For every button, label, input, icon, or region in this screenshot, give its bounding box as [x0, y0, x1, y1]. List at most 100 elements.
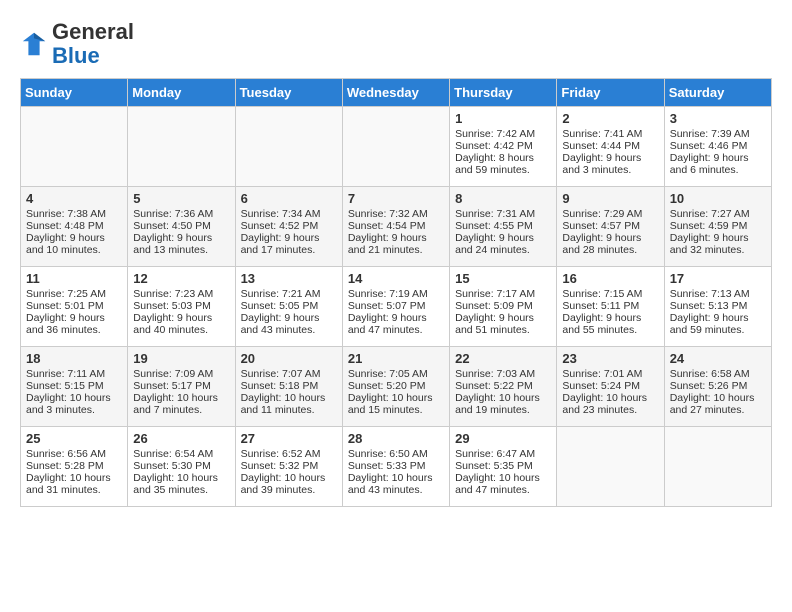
day-info: Sunset: 4:50 PM — [133, 220, 229, 232]
day-info: Sunset: 5:35 PM — [455, 460, 551, 472]
day-info: Daylight: 9 hours and 17 minutes. — [241, 232, 337, 256]
calendar-cell: 8Sunrise: 7:31 AMSunset: 4:55 PMDaylight… — [450, 187, 557, 267]
day-info: Sunrise: 7:07 AM — [241, 368, 337, 380]
calendar-cell: 23Sunrise: 7:01 AMSunset: 5:24 PMDayligh… — [557, 347, 664, 427]
day-number: 13 — [241, 271, 337, 286]
day-number: 12 — [133, 271, 229, 286]
day-info: Sunrise: 7:27 AM — [670, 208, 766, 220]
day-number: 11 — [26, 271, 122, 286]
weekday-header-friday: Friday — [557, 79, 664, 107]
calendar-cell: 1 Sunrise: 7:42 AMSunset: 4:42 PMDaylight… — [450, 107, 557, 187]
day-info: Daylight: 9 hours and 3 minutes. — [562, 152, 658, 176]
day-info: Daylight: 8 hours and 59 minutes. — [455, 152, 551, 176]
day-info: Daylight: 10 hours and 11 minutes. — [241, 392, 337, 416]
day-info: Daylight: 10 hours and 47 minutes. — [455, 472, 551, 496]
weekday-header-sunday: Sunday — [21, 79, 128, 107]
day-number: 28 — [348, 431, 444, 446]
calendar-cell: 15Sunrise: 7:17 AMSunset: 5:09 PMDayligh… — [450, 267, 557, 347]
calendar-cell: 10Sunrise: 7:27 AMSunset: 4:59 PMDayligh… — [664, 187, 771, 267]
day-info: Daylight: 10 hours and 43 minutes. — [348, 472, 444, 496]
calendar-cell: 29 Sunrise: 6:47 AMSunset: 5:35 PMDayligh… — [450, 427, 557, 507]
day-number: 8 — [455, 191, 551, 206]
day-info: Daylight: 10 hours and 27 minutes. — [670, 392, 766, 416]
day-info: Daylight: 9 hours and 32 minutes. — [670, 232, 766, 256]
calendar-cell — [128, 107, 235, 187]
day-info: Sunrise: 7:41 AM — [562, 128, 658, 140]
calendar-cell: 11 Sunrise: 7:25 AMSunset: 5:01 PMDayligh… — [21, 267, 128, 347]
day-info: Daylight: 9 hours and 40 minutes. — [133, 312, 229, 336]
weekday-header-tuesday: Tuesday — [235, 79, 342, 107]
day-info: Sunset: 5:03 PM — [133, 300, 229, 312]
day-number: 24 — [670, 351, 766, 366]
day-info: Sunset: 5:24 PM — [562, 380, 658, 392]
day-number: 25 — [26, 431, 122, 446]
day-info: Sunrise: 7:36 AM — [133, 208, 229, 220]
day-info: Sunrise: 7:23 AM — [133, 288, 229, 300]
logo-bird-icon — [20, 30, 48, 58]
day-info: Sunset: 4:42 PM — [455, 140, 551, 152]
day-info: Sunset: 5:22 PM — [455, 380, 551, 392]
day-info: Sunset: 5:30 PM — [133, 460, 229, 472]
calendar-cell: 9Sunrise: 7:29 AMSunset: 4:57 PMDaylight… — [557, 187, 664, 267]
day-info: Daylight: 9 hours and 10 minutes. — [26, 232, 122, 256]
day-info: Daylight: 9 hours and 59 minutes. — [670, 312, 766, 336]
calendar-cell: 28Sunrise: 6:50 AMSunset: 5:33 PMDayligh… — [342, 427, 449, 507]
calendar-week-3: 11Sunrise: 7:25 AMSunset: 5:01 PMDayligh… — [21, 267, 772, 347]
day-number: 27 — [241, 431, 337, 446]
day-number: 5 — [133, 191, 229, 206]
day-number: 16 — [562, 271, 658, 286]
calendar-cell: 6Sunrise: 7:34 AMSunset: 4:52 PMDaylight… — [235, 187, 342, 267]
day-number: 9 — [562, 191, 658, 206]
calendar-cell: 3Sunrise: 7:39 AMSunset: 4:46 PMDaylight… — [664, 107, 771, 187]
weekday-header-wednesday: Wednesday — [342, 79, 449, 107]
day-info: Daylight: 9 hours and 47 minutes. — [348, 312, 444, 336]
day-info: Sunrise: 6:47 AM — [455, 448, 551, 460]
day-info: Sunset: 5:13 PM — [670, 300, 766, 312]
day-info: Sunrise: 7:25 AM — [26, 288, 122, 300]
day-info: Daylight: 10 hours and 35 minutes. — [133, 472, 229, 496]
day-number: 15 — [455, 271, 551, 286]
day-number: 29 — [455, 431, 551, 446]
calendar-week-2: 4Sunrise: 7:38 AMSunset: 4:48 PMDaylight… — [21, 187, 772, 267]
day-info: Daylight: 9 hours and 6 minutes. — [670, 152, 766, 176]
day-number: 4 — [26, 191, 122, 206]
calendar-cell: 18Sunrise: 7:11 AMSunset: 5:15 PMDayligh… — [21, 347, 128, 427]
day-number: 3 — [670, 111, 766, 126]
day-info: Sunrise: 6:52 AM — [241, 448, 337, 460]
weekday-header-monday: Monday — [128, 79, 235, 107]
day-info: Sunrise: 7:42 AM — [455, 128, 551, 140]
calendar-cell — [664, 427, 771, 507]
calendar-cell: 17Sunrise: 7:13 AMSunset: 5:13 PMDayligh… — [664, 267, 771, 347]
day-info: Sunrise: 7:13 AM — [670, 288, 766, 300]
calendar-cell: 4Sunrise: 7:38 AMSunset: 4:48 PMDaylight… — [21, 187, 128, 267]
calendar-cell: 25Sunrise: 6:56 AMSunset: 5:28 PMDayligh… — [21, 427, 128, 507]
day-info: Daylight: 10 hours and 19 minutes. — [455, 392, 551, 416]
day-info: Sunset: 4:59 PM — [670, 220, 766, 232]
day-info: Daylight: 10 hours and 3 minutes. — [26, 392, 122, 416]
calendar-cell: 20Sunrise: 7:07 AMSunset: 5:18 PMDayligh… — [235, 347, 342, 427]
day-info: Sunset: 5:32 PM — [241, 460, 337, 472]
calendar-cell: 13Sunrise: 7:21 AMSunset: 5:05 PMDayligh… — [235, 267, 342, 347]
calendar-week-4: 18Sunrise: 7:11 AMSunset: 5:15 PMDayligh… — [21, 347, 772, 427]
day-info: Daylight: 10 hours and 31 minutes. — [26, 472, 122, 496]
day-info: Sunrise: 6:54 AM — [133, 448, 229, 460]
day-info: Sunrise: 7:31 AM — [455, 208, 551, 220]
day-info: Daylight: 9 hours and 55 minutes. — [562, 312, 658, 336]
calendar-cell: 24Sunrise: 6:58 AMSunset: 5:26 PMDayligh… — [664, 347, 771, 427]
day-info: Sunrise: 7:32 AM — [348, 208, 444, 220]
day-info: Daylight: 10 hours and 23 minutes. — [562, 392, 658, 416]
day-info: Sunrise: 6:58 AM — [670, 368, 766, 380]
day-info: Daylight: 9 hours and 36 minutes. — [26, 312, 122, 336]
day-info: Sunset: 5:17 PM — [133, 380, 229, 392]
calendar-cell — [557, 427, 664, 507]
day-number: 1 — [455, 111, 551, 126]
calendar-cell: 26Sunrise: 6:54 AMSunset: 5:30 PMDayligh… — [128, 427, 235, 507]
day-info: Sunset: 5:01 PM — [26, 300, 122, 312]
day-info: Daylight: 9 hours and 21 minutes. — [348, 232, 444, 256]
calendar-week-1: 1Sunrise: 7:42 AMSunset: 4:42 PMDaylight… — [21, 107, 772, 187]
calendar-cell: 7Sunrise: 7:32 AMSunset: 4:54 PMDaylight… — [342, 187, 449, 267]
day-info: Sunset: 5:07 PM — [348, 300, 444, 312]
day-info: Sunrise: 7:21 AM — [241, 288, 337, 300]
day-info: Daylight: 10 hours and 7 minutes. — [133, 392, 229, 416]
calendar-cell — [21, 107, 128, 187]
